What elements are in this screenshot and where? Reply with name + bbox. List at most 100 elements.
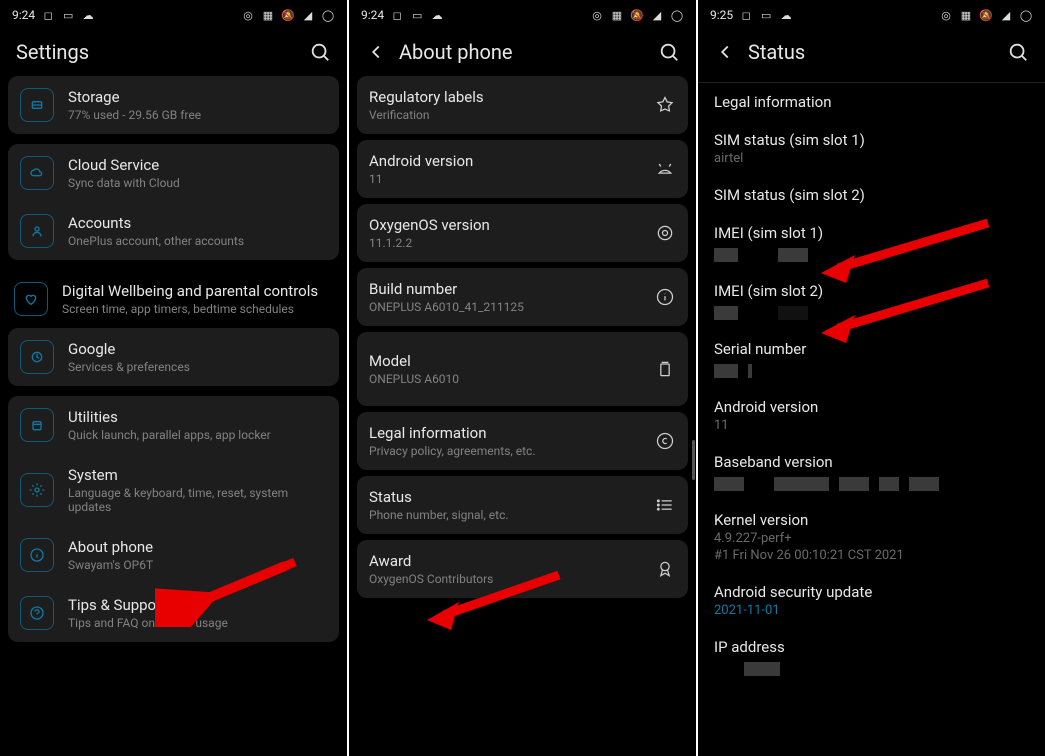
- signal-icon: ◢: [999, 8, 1013, 22]
- device-icon: [654, 358, 676, 380]
- header: Status: [698, 30, 1045, 83]
- row-imei2[interactable]: IMEI (sim slot 2): [698, 272, 1045, 330]
- panel-about-phone: 9:24 ◻ ▭ ☁ ◎ ▦ 🔕 ◢ ◯ About phone Re: [347, 0, 696, 756]
- panel-settings: 9:24 ◻ ▭ ☁ ◎ ▦ 🔕 ◢ ◯ Settings Storage 7: [0, 0, 347, 756]
- cloud-icon: [20, 156, 54, 190]
- row-sub: Sync data with Cloud: [68, 176, 327, 190]
- row-title: Legal information: [369, 424, 640, 442]
- cloud-icon: ☁: [430, 8, 444, 22]
- row-title: Build number: [369, 280, 640, 298]
- row-oxygenos[interactable]: OxygenOS version 11.1.2.2: [357, 204, 688, 262]
- row-title: Serial number: [714, 340, 1029, 358]
- row-title: Android security update: [714, 583, 1029, 601]
- row-accounts[interactable]: Accounts OnePlus account, other accounts: [8, 202, 339, 260]
- row-imei1[interactable]: IMEI (sim slot 1): [698, 214, 1045, 272]
- row-title: Digital Wellbeing and parental controls: [62, 282, 333, 300]
- search-icon[interactable]: [1007, 41, 1029, 63]
- row-baseband[interactable]: Baseband version: [698, 443, 1045, 501]
- row-kernel[interactable]: Kernel version 4.9.227-perf+ #1 Fri Nov …: [698, 501, 1045, 573]
- award-icon: [654, 558, 676, 580]
- redacted-value: [714, 662, 1029, 676]
- storage-icon: [20, 88, 54, 122]
- row-sim2[interactable]: SIM status (sim slot 2): [698, 176, 1045, 214]
- row-sub: ONEPLUS A6010: [369, 372, 640, 386]
- gallery-icon: ▭: [410, 8, 424, 22]
- panel-status: 9:25 ◻ ▭ ☁ ◎ ▦ 🔕 ◢ ◯ Status Legal inform…: [696, 0, 1045, 756]
- row-legal-info[interactable]: Legal information: [698, 83, 1045, 121]
- row-title: Cloud Service: [68, 156, 327, 174]
- android-icon: [654, 158, 676, 180]
- row-title: Kernel version: [714, 511, 1029, 529]
- row-sim1[interactable]: SIM status (sim slot 1) airtel: [698, 121, 1045, 176]
- row-model[interactable]: Model ONEPLUS A6010: [357, 332, 688, 406]
- row-sub: Language & keyboard, time, reset, system…: [68, 486, 327, 514]
- back-icon[interactable]: [365, 41, 387, 63]
- clock: 9:25: [710, 8, 733, 22]
- cast-icon: ◎: [241, 8, 255, 22]
- card: OxygenOS version 11.1.2.2: [357, 204, 688, 262]
- app-icon: ▦: [610, 8, 624, 22]
- row-sub: Phone number, signal, etc.: [369, 508, 640, 522]
- cloud-icon: ☁: [779, 8, 793, 22]
- copyright-icon: [654, 430, 676, 452]
- row-sub: Tips and FAQ on device usage: [68, 616, 327, 630]
- row-wellbeing[interactable]: Digital Wellbeing and parental controls …: [8, 270, 339, 328]
- search-icon[interactable]: [309, 41, 331, 63]
- scrollbar[interactable]: [692, 440, 695, 480]
- row-title: IMEI (sim slot 2): [714, 282, 1029, 300]
- row-storage[interactable]: Storage 77% used - 29.56 GB free: [8, 76, 339, 134]
- row-sub: 2021-11-01: [714, 603, 1029, 618]
- battery-icon: ◯: [321, 8, 335, 22]
- row-title: Model: [369, 352, 640, 370]
- row-status[interactable]: Status Phone number, signal, etc.: [357, 476, 688, 534]
- row-title: OxygenOS version: [369, 216, 640, 234]
- row-build-number[interactable]: Build number ONEPLUS A6010_41_211125: [357, 268, 688, 326]
- row-about-phone[interactable]: About phone Swayam's OP6T: [8, 526, 339, 584]
- row-tips[interactable]: Tips & Support Tips and FAQ on device us…: [8, 584, 339, 642]
- row-sub: Screen time, app timers, bedtime schedul…: [62, 302, 333, 316]
- page-title: Status: [748, 40, 805, 64]
- row-regulatory[interactable]: Regulatory labels Verification: [357, 76, 688, 134]
- row-title: Storage: [68, 88, 327, 106]
- row-android-version[interactable]: Android version 11: [357, 140, 688, 198]
- row-title: Utilities: [68, 408, 327, 426]
- row-system[interactable]: System Language & keyboard, time, reset,…: [8, 454, 339, 526]
- back-icon[interactable]: [714, 41, 736, 63]
- row-serial[interactable]: Serial number: [698, 330, 1045, 388]
- search-icon[interactable]: [658, 41, 680, 63]
- row-title: Baseband version: [714, 453, 1029, 471]
- row-android-version[interactable]: Android version 11: [698, 388, 1045, 443]
- app-icon: ▦: [959, 8, 973, 22]
- row-sub: 11: [714, 418, 1029, 433]
- notif-icon: ◻: [41, 8, 55, 22]
- mute-icon: 🔕: [979, 8, 993, 22]
- wellbeing-icon: [14, 282, 48, 316]
- star-icon: [654, 94, 676, 116]
- row-sub: Verification: [369, 108, 640, 122]
- list-icon: [654, 494, 676, 516]
- row-title: IMEI (sim slot 1): [714, 224, 1029, 242]
- battery-icon: ◯: [1019, 8, 1033, 22]
- row-sub: Services & preferences: [68, 360, 327, 374]
- row-ip-address[interactable]: IP address: [698, 628, 1045, 686]
- row-sub: 4.9.227-perf+: [714, 531, 1029, 546]
- row-sub: OnePlus account, other accounts: [68, 234, 327, 248]
- row-security-update[interactable]: Android security update 2021-11-01: [698, 573, 1045, 628]
- circle-icon: [654, 222, 676, 244]
- row-title: Regulatory labels: [369, 88, 640, 106]
- row-utilities[interactable]: Utilities Quick launch, parallel apps, a…: [8, 396, 339, 454]
- accounts-icon: [20, 214, 54, 248]
- notif-icon: ◻: [739, 8, 753, 22]
- status-bar: 9:25 ◻ ▭ ☁ ◎ ▦ 🔕 ◢ ◯: [698, 0, 1045, 30]
- tips-icon: [20, 596, 54, 630]
- gallery-icon: ▭: [61, 8, 75, 22]
- row-award[interactable]: Award OxygenOS Contributors: [357, 540, 688, 598]
- row-sub: Privacy policy, agreements, etc.: [369, 444, 640, 458]
- row-sub: ONEPLUS A6010_41_211125: [369, 300, 640, 314]
- row-legal[interactable]: Legal information Privacy policy, agreem…: [357, 412, 688, 470]
- clock: 9:24: [361, 8, 384, 22]
- row-cloud[interactable]: Cloud Service Sync data with Cloud: [8, 144, 339, 202]
- row-google[interactable]: Google Services & preferences: [8, 328, 339, 386]
- row-title: Google: [68, 340, 327, 358]
- row-title: Accounts: [68, 214, 327, 232]
